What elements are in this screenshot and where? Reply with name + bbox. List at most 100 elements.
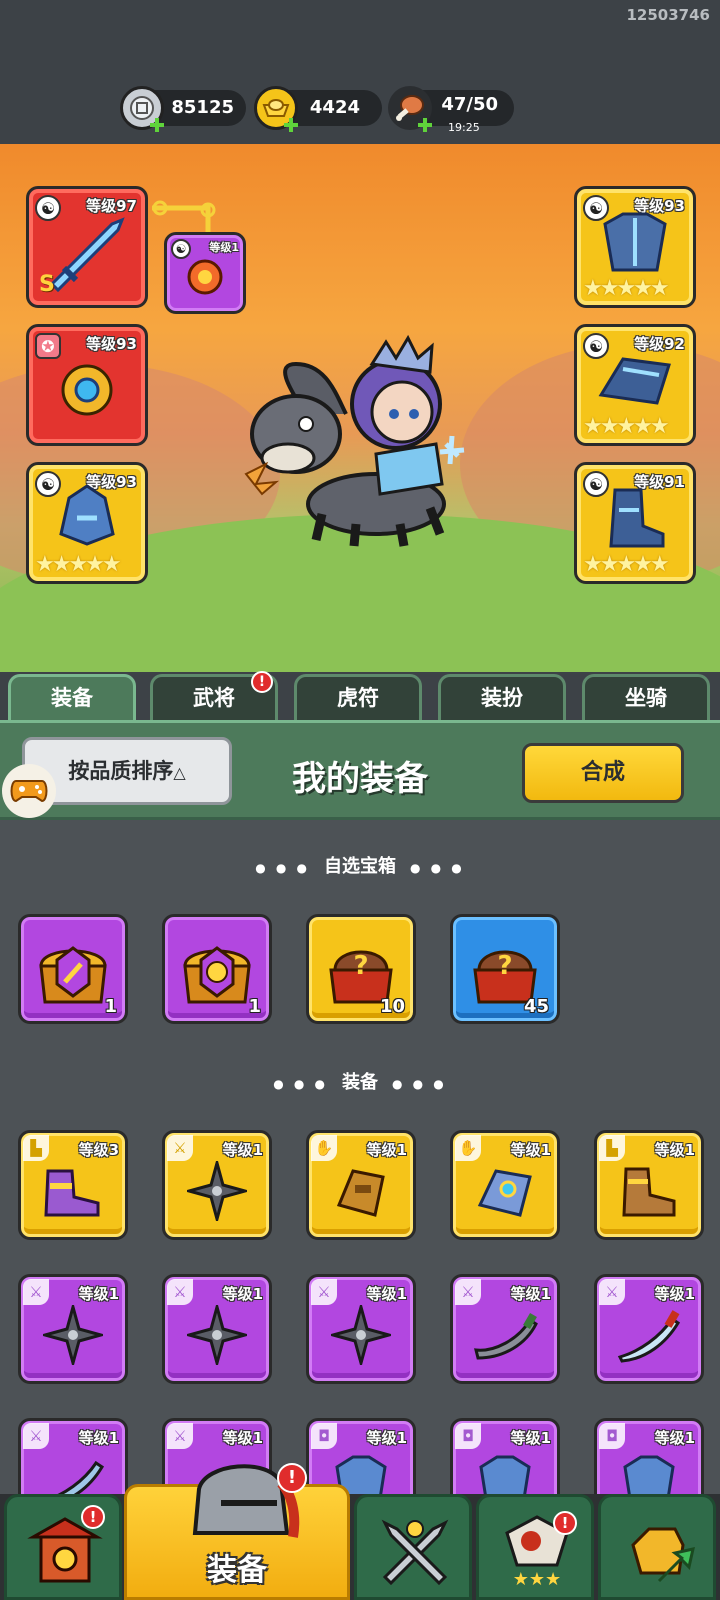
gold-resource[interactable]: 4424 [254,86,382,132]
equipment-item[interactable]: ▙ 等级1 [594,1130,704,1240]
gamepad-float-button[interactable] [2,764,56,818]
leather-boots-icon [622,1167,676,1217]
svg-text:?: ? [353,951,368,981]
gauntlet-slot[interactable]: ☯ 等级92 ★★★★★ [574,324,696,446]
item-level: 等级1 [510,1141,551,1159]
stamina-resource[interactable]: 47/50 19:25 [388,86,514,134]
add-silver-icon[interactable] [150,118,164,132]
jeweled-bracer-icon [477,1169,532,1218]
gold-amount: 4424 [309,97,360,118]
tab-costume[interactable]: 装扮 [438,674,566,720]
equipment-item[interactable]: ⚔ 等级1 [450,1274,560,1384]
item-level: 等级1 [366,1285,407,1303]
item-level: 等级1 [654,1429,695,1447]
equipment-header: 按品质排序△ 我的装备 合成 [0,720,720,820]
chest-item[interactable]: ? 45 [450,914,560,1024]
tab-mount[interactable]: 坐骑 [582,674,710,720]
tab-equipment[interactable]: 装备 [8,674,136,720]
armor-slot[interactable]: ☯ 等级93 ★★★★★ [574,186,696,308]
boots-slot[interactable]: ☯ 等级91 ★★★★★ [574,462,696,584]
nav-shop[interactable]: ! [4,1494,122,1600]
chest-item[interactable]: ? 10 [306,914,416,1024]
decor-dots: ● ● ● [392,1077,447,1091]
weapon-type-icon: ⚔ [167,1423,193,1449]
hero-character[interactable] [236,324,476,554]
bronze-gauntlet-icon [336,1169,385,1218]
triangle-up-icon: △ [173,763,186,782]
equipment-section-header: ● ● ● 装备 ● ● ● [0,1068,720,1094]
chest-item[interactable]: 1 [18,914,128,1024]
top-bar: 12503746 85125 4424 47/50 19:25 [0,0,720,144]
equipment-item[interactable]: ⚔ 等级1 [306,1274,416,1384]
item-level: 等级1 [366,1429,407,1447]
add-gold-icon[interactable] [284,118,298,132]
section-title: 装备 [342,1072,378,1093]
svg-text:★★★: ★★★ [513,1569,561,1589]
boot-type-icon: ▙ [23,1135,49,1161]
medal-slot[interactable]: ✪ 等级93 [26,324,148,446]
nav-upgrade[interactable] [598,1494,716,1600]
item-level: 等级1 [222,1141,263,1159]
item-count: 1 [104,996,117,1017]
tab-tiger-tally[interactable]: 虎符 [294,674,422,720]
add-stamina-icon[interactable] [418,118,432,132]
merge-button[interactable]: 合成 [522,743,684,803]
equipment-item[interactable]: ⚔ 等级1 [162,1274,272,1384]
weapon-chest-icon [39,946,107,1004]
helmet-slot[interactable]: ☯ 等级93 ★★★★★ [26,462,148,584]
weapon-slot[interactable]: ☯ 等级97 S [26,186,148,308]
armor-type-icon: ◘ [311,1423,337,1449]
nav-equipment[interactable]: ! 装备 [124,1463,350,1600]
decor-dots: ● ● ● [273,1077,328,1091]
item-count: 10 [379,996,405,1017]
item-level: 等级3 [78,1141,119,1159]
tab-label: 装备 [51,686,93,710]
nav-label: 装备 [207,1553,267,1588]
equipment-item[interactable]: ✋ 等级1 [306,1130,416,1240]
tab-label: 武将 [193,686,235,710]
star-rating: ★★★★★ [583,552,670,577]
equipment-item[interactable]: ⚔ 等级1 [594,1274,704,1384]
notification-badge: ! [553,1511,577,1535]
tab-label: 装扮 [481,686,523,710]
ice-gauntlet-icon [598,357,671,406]
section-title: 自选宝箱 [324,856,396,877]
equipment-item[interactable]: ▙ 等级3 [18,1130,128,1240]
ice-armor-icon [603,212,667,272]
star-rating: ★★★★★ [583,414,670,439]
armor-type-icon: ◘ [599,1423,625,1449]
shuriken-icon [187,1161,247,1222]
grade-label: S [39,272,55,297]
equipment-item[interactable]: ✋ 等级1 [450,1130,560,1240]
nav-battle[interactable] [354,1494,472,1600]
crossed-swords-icon [381,1519,449,1586]
chests-section-header: ● ● ● 自选宝箱 ● ● ● [0,852,720,878]
item-count: 1 [248,996,261,1017]
equipment-item[interactable]: ⚔ 等级1 [162,1130,272,1240]
armor-type-icon: ◘ [455,1423,481,1449]
svg-text:?: ? [497,951,512,981]
flame-emblem-icon [187,259,223,295]
purple-boots-icon [44,1169,100,1217]
ice-helmet-icon [59,484,115,546]
stamina-amount: 47/50 [441,94,498,115]
page-title: 我的装备 [292,759,428,799]
tab-generals[interactable]: 武将 ! [150,671,278,720]
equipment-item[interactable]: ⚔ 等级1 [18,1274,128,1384]
decor-dots: ● ● ● [410,861,465,875]
stamina-timer: 19:25 [448,121,480,134]
hero-scene: ☯ 等级97 S ☯ 等级1 ✪ 等级93 ☯ 等级93 ★★★★★ ☯ 等级9… [0,144,720,672]
item-count: 45 [523,996,549,1017]
boot-type-icon: ▙ [599,1135,625,1161]
bottom-navigation: ! ! 装备 ★★★ ! [0,1463,720,1600]
nav-cards[interactable]: ★★★ ! [476,1494,594,1600]
silver-resource[interactable]: 85125 [120,86,246,132]
item-level: 等级1 [654,1285,695,1303]
item-level: 等级1 [78,1285,119,1303]
curved-blade-icon [474,1313,538,1360]
notification-badge: ! [277,1463,307,1493]
item-level: 等级1 [510,1429,551,1447]
category-tabs: 装备 武将 ! 虎符 装扮 坐骑 [0,671,720,720]
chest-item[interactable]: 1 [162,914,272,1024]
linked-treasure-slot[interactable]: ☯ 等级1 [164,232,246,314]
